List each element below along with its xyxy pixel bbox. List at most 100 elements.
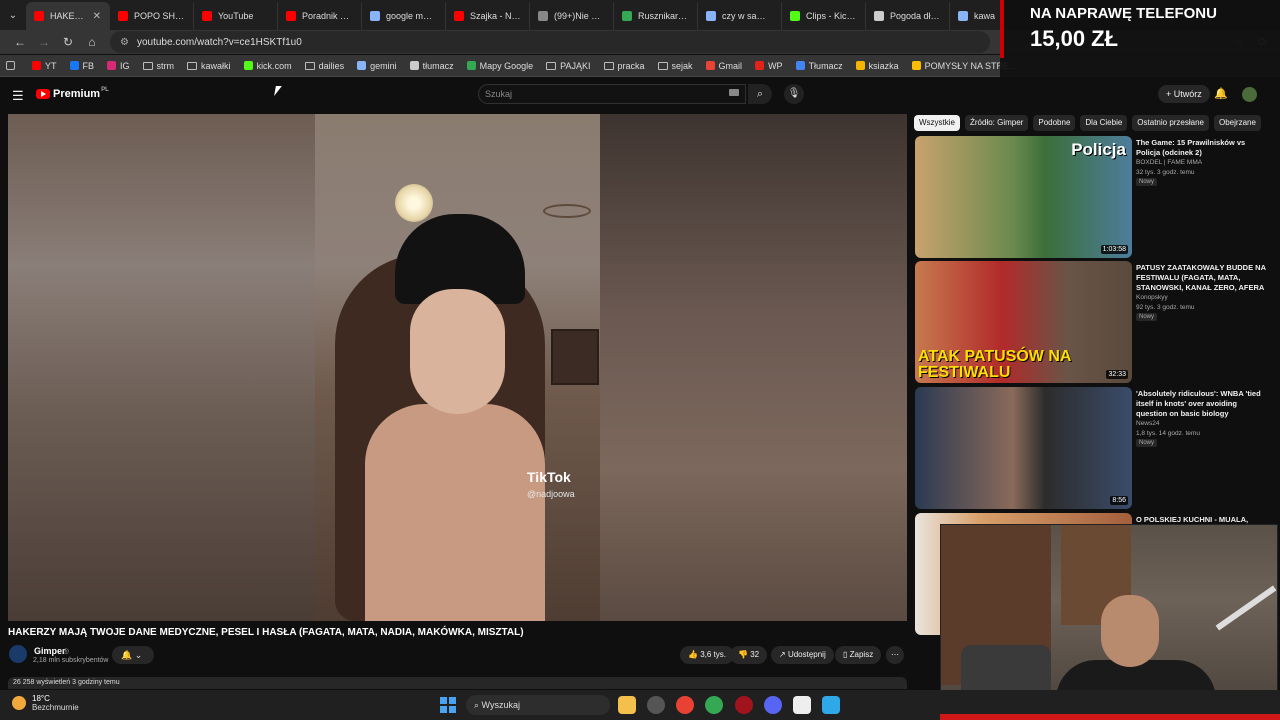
notifications-bell-icon[interactable]: 🔔 (1214, 87, 1228, 100)
dislike-button[interactable]: 👎 32 (730, 646, 768, 664)
recommendation-meta: 1,8 tys. 14 godz. temu (1136, 430, 1200, 437)
address-bar[interactable]: ⚙ youtube.com/watch?v=ce1HSKTf1u0 (110, 31, 990, 53)
browser-tab[interactable]: POPO SHOTY (110, 2, 194, 30)
account-avatar[interactable] (1242, 87, 1257, 102)
recommendation-channel[interactable]: BOXDEL | FAME MMA (1136, 159, 1202, 166)
taskbar-search-box[interactable]: ⌕ Wyszukaj (466, 695, 610, 715)
bookmark-item[interactable]: ksiazka (855, 60, 899, 71)
filter-chip[interactable]: Obejrzane (1214, 115, 1261, 131)
browser-tab[interactable]: YouTube (194, 2, 278, 30)
weather-widget[interactable]: 18°C Bezchmurnie (12, 694, 79, 712)
notepad-icon[interactable] (822, 696, 840, 714)
weather-temperature: 18°C (32, 694, 50, 703)
recommendation-title[interactable]: PATUSY ZAATAKOWAŁY BUDDE NA FESTIWALU (F… (1136, 263, 1268, 293)
chrome-profile-icon[interactable] (705, 696, 723, 714)
discord-icon[interactable] (764, 696, 782, 714)
bookmark-label: tłumacz (422, 60, 454, 71)
save-button[interactable]: ▯ Zapisz (835, 646, 882, 664)
opera-icon[interactable] (735, 696, 753, 714)
video-player[interactable]: TikTok @nadjoowa (8, 114, 907, 621)
browser-tab[interactable]: Rusznikarska-D (614, 2, 698, 30)
streamer-webcam-overlay (940, 524, 1278, 714)
browser-tab[interactable]: Poradnik wym (278, 2, 362, 30)
bookmark-folder[interactable]: PAJĄKI (546, 60, 591, 71)
share-button[interactable]: ↗ Udostępnij (771, 646, 834, 664)
bookmark-folder[interactable]: pracka (603, 61, 645, 71)
recommendation-item[interactable]: ATAK PATUSÓW NA FESTIWALU 32:33 PATUSY Z… (915, 261, 1273, 383)
reload-icon[interactable]: ↻ (56, 35, 80, 49)
settings-app-icon[interactable] (647, 696, 665, 714)
home-icon[interactable]: ⌂ (80, 35, 104, 49)
bookmark-folder[interactable]: strm (142, 61, 174, 71)
tab-search-chevron-icon[interactable]: ⌄ (0, 10, 26, 21)
bookmark-item[interactable]: Mapy Google (466, 61, 533, 71)
recommendation-title[interactable]: 'Absolutely ridiculous': WNBA 'tied itse… (1136, 389, 1268, 419)
capcut-icon[interactable] (793, 696, 811, 714)
like-button[interactable]: 👍 3,6 tys. (680, 646, 734, 664)
video-thumbnail[interactable]: ATAK PATUSÓW NA FESTIWALU 32:33 (915, 261, 1132, 383)
bookmark-item[interactable]: tłumacz (409, 60, 454, 71)
person-body (365, 404, 545, 621)
menu-icon[interactable]: ☰ (12, 88, 24, 104)
bookmark-label: ksiazka (868, 60, 899, 71)
video-description-box[interactable]: 26 258 wyświetleń 3 godziny temu (8, 677, 907, 689)
recommendation-item[interactable]: 8:56 'Absolutely ridiculous': WNBA 'tied… (915, 387, 1273, 509)
browser-tab[interactable]: (99+)Nie będę (530, 2, 614, 30)
video-thumbnail[interactable]: Policja 1:03:58 (915, 136, 1132, 258)
search-button[interactable]: ⌕ (748, 84, 772, 104)
voice-search-button[interactable]: 🎙 (784, 84, 804, 104)
bookmark-item[interactable]: YT (32, 61, 57, 71)
browser-tab[interactable]: Clips - Kick Da (782, 2, 866, 30)
create-button[interactable]: + Utwórz (1158, 85, 1210, 103)
video-thumbnail[interactable]: 8:56 (915, 387, 1132, 509)
site-info-icon[interactable]: ⚙ (120, 37, 129, 48)
video-frame: TikTok @nadjoowa (315, 114, 600, 621)
recommendation-channel[interactable]: News24 (1136, 420, 1159, 427)
channel-avatar[interactable] (9, 645, 27, 663)
chrome-icon[interactable] (676, 696, 694, 714)
filter-chip[interactable]: Źródło: Gimper (965, 115, 1029, 131)
bookmark-item[interactable]: Tłumacz (795, 61, 843, 71)
recommendation-title[interactable]: The Game: 15 Prawilnisków vs Policja (od… (1136, 138, 1268, 158)
folder-icon (546, 61, 557, 70)
bookmark-item[interactable]: IG (107, 61, 130, 71)
back-arrow-icon[interactable]: ← (8, 35, 32, 49)
filter-chip[interactable]: Dla Ciebie (1080, 115, 1128, 131)
more-actions-button[interactable]: ⋯ (886, 646, 904, 664)
bookmark-item[interactable]: kick.com (243, 61, 292, 71)
search-input[interactable]: Szukaj (478, 84, 746, 104)
bookmark-item[interactable]: gemini (357, 61, 397, 71)
bookmark-item[interactable]: Gmail (705, 61, 742, 71)
tab-close-icon[interactable]: ✕ (93, 11, 101, 22)
file-explorer-icon[interactable] (618, 696, 636, 714)
wall-picture (551, 329, 599, 385)
bookmark-folder[interactable]: dailies (304, 61, 344, 71)
bookmark-folder[interactable]: kawałki (187, 61, 231, 71)
recommendation-channel[interactable]: Konopskyy (1136, 294, 1168, 301)
browser-tab[interactable]: google maps n (362, 2, 446, 30)
windows-start-icon[interactable] (440, 697, 456, 713)
channel-name[interactable]: Gimper (34, 646, 66, 656)
bookmark-favicon-icon (755, 61, 765, 70)
filter-chip[interactable]: Podobne (1033, 115, 1076, 131)
bookmark-item[interactable]: WP (755, 61, 783, 71)
bookmark-label: PAJĄKI (560, 60, 591, 71)
filter-chip[interactable]: Wszystkie (914, 115, 960, 131)
tab-favicon-icon (706, 11, 716, 21)
browser-tab[interactable]: Pogoda długot (866, 2, 950, 30)
browser-tab[interactable]: HAKERZY M ✕ (26, 2, 110, 30)
duration-badge: 32:33 (1106, 370, 1128, 379)
keyboard-icon[interactable] (729, 89, 739, 96)
recommendation-item[interactable]: Policja 1:03:58 The Game: 15 Prawilniskó… (915, 136, 1273, 258)
bookmark-favicon-icon (32, 61, 41, 70)
youtube-play-icon (36, 89, 50, 99)
forward-arrow-icon[interactable]: → (32, 35, 56, 49)
bookmark-item[interactable] (6, 61, 19, 70)
bookmark-item[interactable]: FB (69, 61, 94, 71)
filter-chip[interactable]: Ostatnio przesłane (1132, 115, 1209, 131)
subscription-bell-button[interactable]: 🔔 ⌄ (112, 646, 154, 664)
youtube-premium-logo[interactable]: Premium PL (36, 87, 109, 100)
bookmark-folder[interactable]: sejak (657, 61, 693, 71)
browser-tab[interactable]: czy w samsung (698, 2, 782, 30)
browser-tab[interactable]: Szajka - Nowa (446, 2, 530, 30)
